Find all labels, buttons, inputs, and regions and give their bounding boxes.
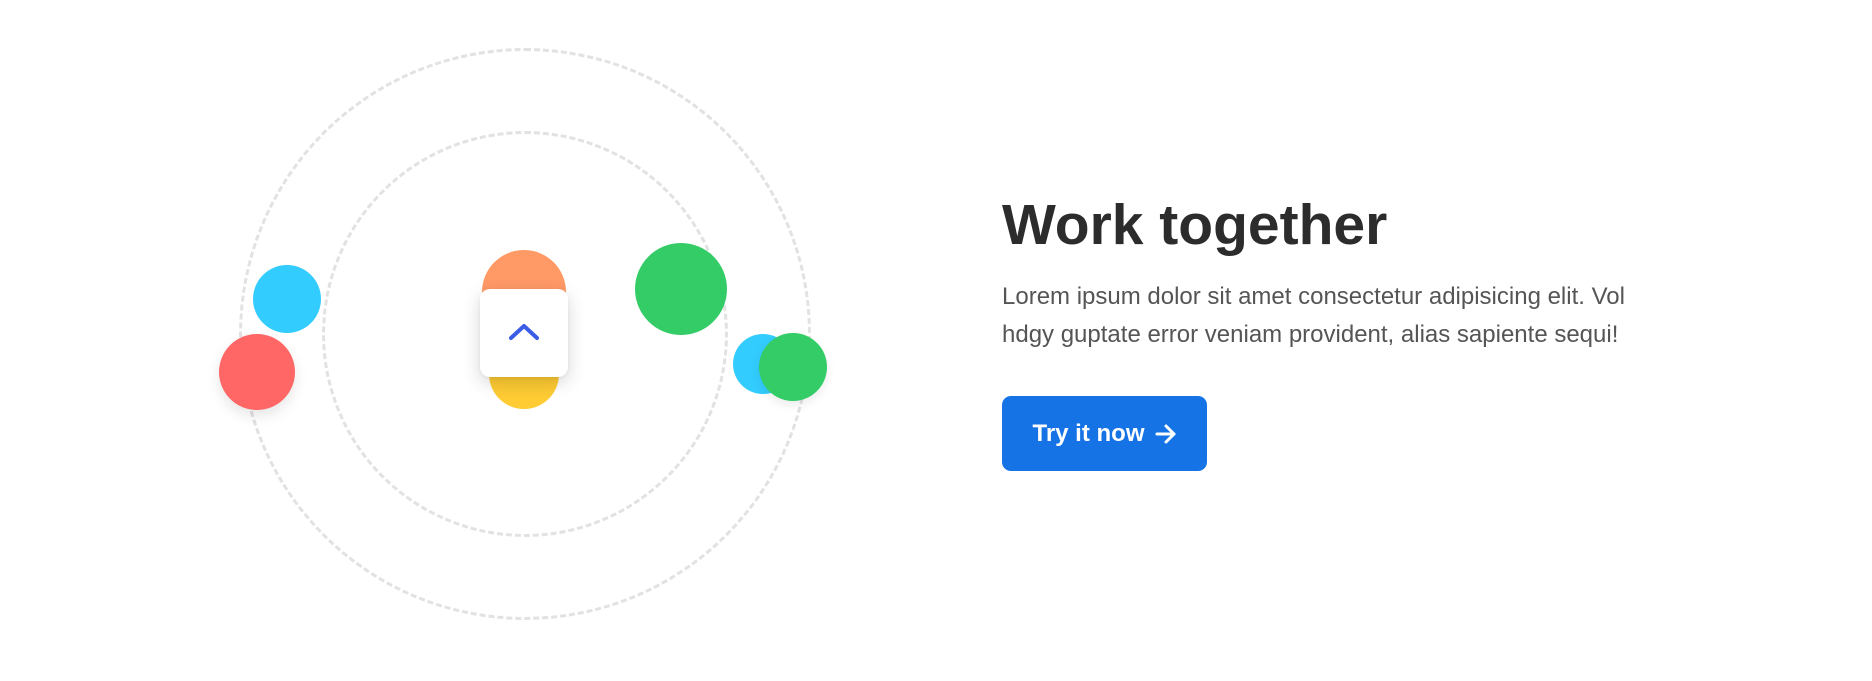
hero-description: Lorem ipsum dolor sit amet consectetur a… [1002,283,1625,348]
red-dot-left [219,334,295,410]
chevron-up-icon [508,321,540,346]
try-it-now-button[interactable]: Try it now [1002,396,1207,471]
hero-content: Work together Lorem ipsum dolor sit amet… [1002,190,1702,354]
arrow-right-icon [1155,424,1177,444]
orbit-illustration [0,0,1000,681]
page-title: Work together [1002,193,1388,257]
blue-dot-left [253,265,321,333]
cta-label: Try it now [1032,419,1145,447]
center-card [480,289,568,377]
green-dot-top [635,243,727,335]
green-dot-right [759,333,827,401]
